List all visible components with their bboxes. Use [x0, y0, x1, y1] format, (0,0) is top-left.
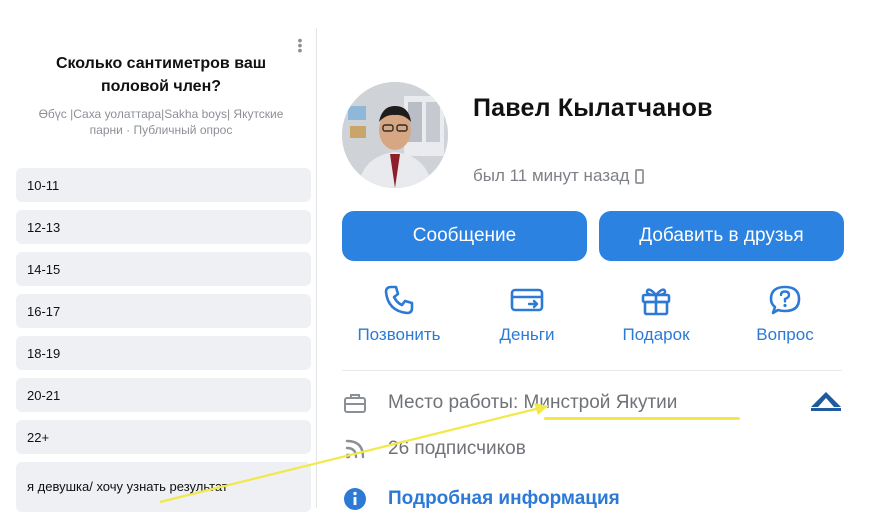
followers-row[interactable]: 26 подписчиков — [342, 436, 526, 462]
poll-option[interactable]: 22+ — [16, 420, 311, 454]
section-divider — [342, 370, 842, 371]
add-friend-button-label: Добавить в друзья — [639, 225, 804, 246]
profile-name: Павел Кылатчанов — [473, 94, 713, 122]
info-icon — [342, 486, 368, 512]
avatar-photo — [342, 82, 448, 188]
highlight-underline — [544, 417, 740, 420]
gift-icon — [641, 288, 671, 316]
question-bubble-icon — [769, 285, 801, 315]
add-friend-button[interactable]: Добавить в друзья — [599, 211, 844, 261]
poll-option[interactable]: 14-15 — [16, 252, 311, 286]
money-transfer-icon — [510, 288, 544, 312]
message-button[interactable]: Сообщение — [342, 211, 587, 261]
poll-panel: • • • Сколько сантиметров ваш половой член… — [6, 28, 317, 512]
work-place-link[interactable]: Минстрой Якутии — [524, 392, 678, 414]
last-seen-text: был 11 минут назад — [473, 166, 630, 185]
call-action-label: Позвонить — [357, 325, 441, 344]
briefcase-icon — [342, 390, 368, 416]
gift-action-label: Подарок — [622, 325, 690, 344]
poll-meta: Өбүс |Саха уолаттара|Sakha boys| Якутски… — [38, 107, 284, 137]
company-logo[interactable] — [808, 389, 844, 415]
more-info-link[interactable]: Подробная информация — [388, 488, 620, 510]
work-label: Место работы: — [388, 392, 519, 413]
poll-option[interactable]: 18-19 — [16, 336, 311, 370]
message-button-label: Сообщение — [412, 225, 517, 246]
poll-option[interactable]: 16-17 — [16, 294, 311, 328]
gift-action[interactable]: Подарок — [601, 283, 711, 345]
call-action[interactable]: Позвонить — [344, 283, 454, 345]
money-action-label: Деньги — [499, 325, 555, 344]
question-action-label: Вопрос — [756, 325, 814, 344]
poll-question: Сколько сантиметров ваш половой член? — [55, 55, 267, 95]
rss-icon — [342, 436, 368, 462]
question-action[interactable]: Вопрос — [730, 283, 840, 345]
poll-option[interactable]: 10-11 — [16, 168, 311, 202]
more-options-icon[interactable]: • • • — [297, 33, 303, 57]
last-seen-status: был 11 минут назад — [473, 166, 645, 186]
poll-option[interactable]: 12-13 — [16, 210, 311, 244]
avatar[interactable] — [342, 82, 448, 188]
followers-count: 26 подписчиков — [388, 438, 526, 459]
poll-option[interactable]: 20-21 — [16, 378, 311, 412]
work-row[interactable]: Место работы: Минстрой Якутии — [342, 390, 677, 416]
mobile-phone-icon — [635, 168, 645, 184]
money-action[interactable]: Деньги — [472, 283, 582, 345]
more-info-row[interactable]: Подробная информация — [342, 486, 620, 512]
phone-icon — [384, 285, 414, 315]
